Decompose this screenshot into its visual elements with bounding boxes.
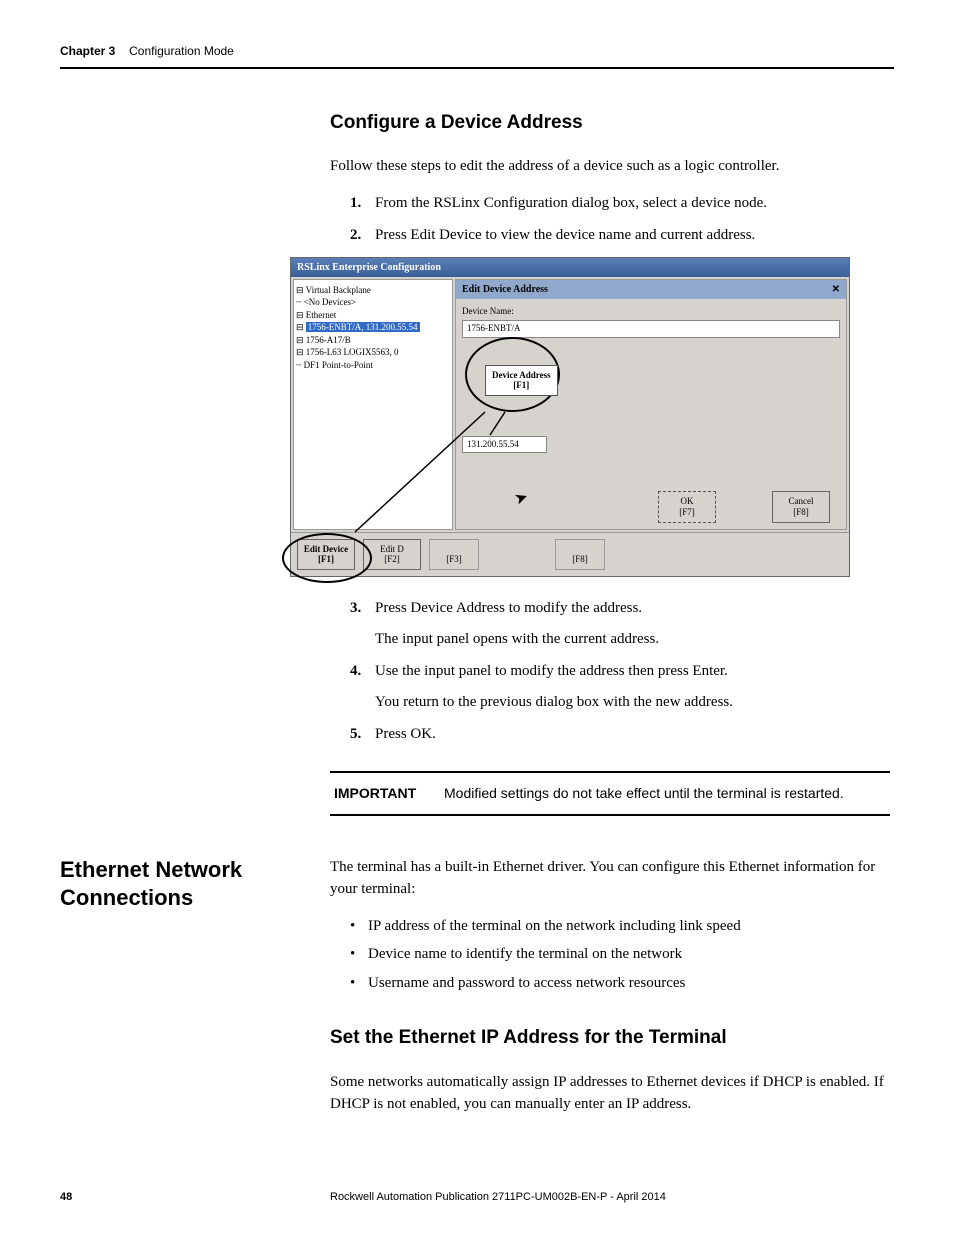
- edit-d-button[interactable]: Edit D [F2]: [363, 539, 421, 571]
- step-2: 2. Press Edit Device to view the device …: [350, 224, 890, 247]
- chapter-title: Configuration Mode: [129, 44, 234, 58]
- step-number: 5.: [350, 723, 375, 746]
- ethernet-intro: The terminal has a built-in Ethernet dri…: [330, 856, 894, 901]
- f3-button[interactable]: [F3]: [429, 539, 479, 571]
- tree-item[interactable]: ⊟ 1756-L63 LOGIX5563, 0: [296, 346, 450, 359]
- step-text: From the RSLinx Configuration dialog box…: [375, 192, 890, 215]
- ok-button[interactable]: OK [F7]: [658, 491, 716, 523]
- tree-item[interactable]: ⊟ 1756-A17/B: [296, 334, 450, 347]
- important-notice: IMPORTANT Modified settings do not take …: [330, 771, 890, 816]
- device-name-label: Device Name:: [462, 305, 840, 319]
- bullet-device-name: Device name to identify the terminal on …: [350, 943, 894, 966]
- ip-paragraph: Some networks automatically assign IP ad…: [330, 1071, 894, 1116]
- device-name-field[interactable]: 1756-ENBT/A: [462, 320, 840, 338]
- callout-device-address: Device Address [F1]: [485, 365, 558, 397]
- window-title: RSLinx Enterprise Configuration: [297, 260, 441, 275]
- step-text: Use the input panel to modify the addres…: [375, 663, 728, 679]
- section-heading-configure: Configure a Device Address: [330, 109, 890, 138]
- f8-button[interactable]: [F8]: [555, 539, 605, 571]
- tree-item-selected[interactable]: ⊟ 1756-ENBT/A, 131.200.55.54: [296, 321, 450, 334]
- bullet-credentials: Username and password to access network …: [350, 972, 894, 995]
- step-1: 1. From the RSLinx Configuration dialog …: [350, 192, 890, 215]
- publication-info: Rockwell Automation Publication 2711PC-U…: [330, 1189, 894, 1206]
- rslinx-window: RSLinx Enterprise Configuration ⊟ Virtua…: [290, 257, 850, 578]
- step-subtext: You return to the previous dialog box wi…: [375, 691, 890, 714]
- bottom-button-row: Edit Device [F1] Edit D [F2] [F3] [F8]: [291, 532, 849, 577]
- panel-title: Edit Device Address ✕: [456, 280, 846, 299]
- step-number: 2.: [350, 224, 375, 247]
- tree-item[interactable]: ⊟ Ethernet: [296, 309, 450, 322]
- device-tree[interactable]: ⊟ Virtual Backplane ┈ <No Devices> ⊟ Eth…: [293, 279, 453, 530]
- intro-paragraph: Follow these steps to edit the address o…: [330, 155, 890, 178]
- chapter-label: Chapter 3: [60, 44, 115, 58]
- step-5: 5. Press OK.: [350, 723, 890, 746]
- cancel-button[interactable]: Cancel [F8]: [772, 491, 830, 523]
- page-number: 48: [60, 1189, 330, 1206]
- important-label: IMPORTANT: [334, 783, 444, 804]
- step-text: Press Edit Device to view the device nam…: [375, 224, 890, 247]
- step-text: Press Device Address to modify the addre…: [375, 600, 642, 616]
- step-number: 3.: [350, 597, 375, 650]
- step-3: 3. Press Device Address to modify the ad…: [350, 597, 890, 650]
- section-heading-ethernet: Ethernet Network Connections: [60, 856, 310, 913]
- window-titlebar: RSLinx Enterprise Configuration: [291, 258, 849, 277]
- bullet-ip: IP address of the terminal on the networ…: [350, 915, 894, 938]
- subsection-heading-ip: Set the Ethernet IP Address for the Term…: [330, 1024, 894, 1053]
- step-number: 4.: [350, 660, 375, 713]
- step-subtext: The input panel opens with the current a…: [375, 628, 890, 651]
- device-address-field[interactable]: 131.200.55.54: [462, 436, 547, 454]
- tree-item[interactable]: ⊟ Virtual Backplane: [296, 284, 450, 297]
- step-4: 4. Use the input panel to modify the add…: [350, 660, 890, 713]
- step-number: 1.: [350, 192, 375, 215]
- important-message: Modified settings do not take effect unt…: [444, 783, 844, 804]
- close-icon[interactable]: ✕: [832, 282, 840, 297]
- page-header: Chapter 3 Configuration Mode: [60, 40, 894, 69]
- tree-item[interactable]: ┈ DF1 Point-to-Point: [296, 359, 450, 372]
- edit-device-button[interactable]: Edit Device [F1]: [297, 539, 355, 571]
- page-footer: 48 Rockwell Automation Publication 2711P…: [60, 1189, 894, 1206]
- step-text: Press OK.: [375, 723, 890, 746]
- tree-item[interactable]: ┈ <No Devices>: [296, 296, 450, 309]
